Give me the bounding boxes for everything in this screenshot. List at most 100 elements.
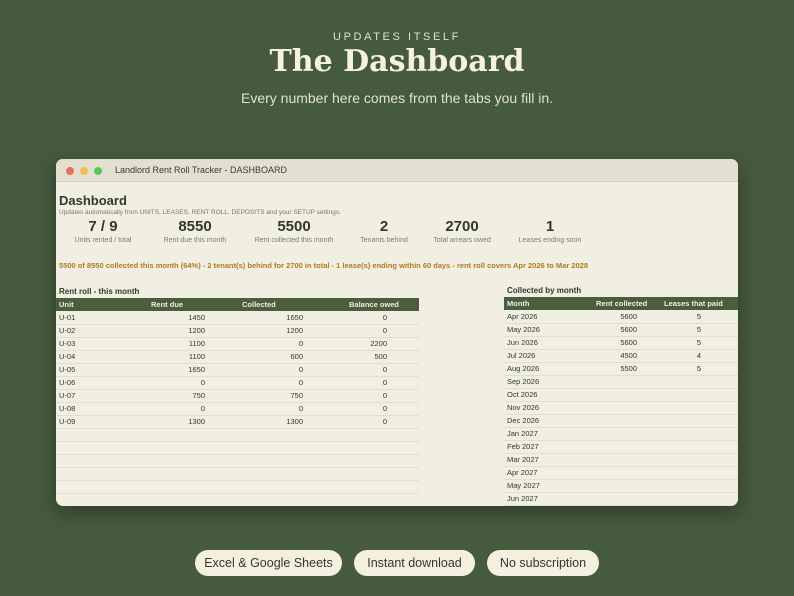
table-cell: 5 <box>696 312 702 321</box>
table-cell: 0 <box>382 391 387 400</box>
table-cell: 0 <box>298 365 303 374</box>
table-cell: 1300 <box>188 417 205 426</box>
table-row: Jun 2027 <box>504 492 738 506</box>
column-header-leases-paid: Leases that paid <box>664 299 723 308</box>
kpi-label: Units rented / total <box>74 237 132 244</box>
table-cell: 1650 <box>286 313 303 322</box>
table-row: U-04 1100 600 500 <box>56 350 419 364</box>
table-cell: U-04 <box>59 352 76 361</box>
table-row: U-05 1650 0 0 <box>56 363 419 377</box>
collected-header: Month Rent collected Leases that paid <box>504 297 738 310</box>
table-cell: 500 <box>374 352 387 361</box>
table-cell: 1300 <box>286 417 303 426</box>
kpi-label: Total arrears owed <box>433 237 491 244</box>
table-cell: 5 <box>696 338 702 347</box>
table-row: Oct 2026 <box>504 388 738 402</box>
kpi-total-arrears: 2700 Total arrears owed <box>426 217 498 245</box>
window-title: Landlord Rent Roll Tracker - DASHBOARD <box>115 165 288 175</box>
table-cell: 1650 <box>188 365 205 374</box>
table-row: U-07 750 750 0 <box>56 389 419 403</box>
column-header-month: Month <box>507 299 530 308</box>
table-cell: Mar 2027 <box>507 455 539 464</box>
kpi-rent-due: 8550 Rent due this month <box>153 217 237 245</box>
table-cell: 1200 <box>286 326 303 335</box>
table-cell: 4 <box>696 351 702 360</box>
table-cell: Apr 2027 <box>507 468 538 477</box>
table-cell: 1100 <box>188 339 205 348</box>
column-header-rent-collected: Rent collected <box>596 299 648 308</box>
table-cell: 0 <box>382 326 387 335</box>
kpi-value: 7 / 9 <box>88 218 118 235</box>
table-cell: 1100 <box>188 352 205 361</box>
table-row <box>56 493 419 506</box>
kpi-value: 1 <box>545 218 555 235</box>
table-cell: 5600 <box>620 338 637 347</box>
summary-line: 5500 of 8550 collected this month (64%) … <box>59 261 589 270</box>
table-row: Nov 2026 <box>504 401 738 415</box>
table-cell: 0 <box>382 365 387 374</box>
table-cell: 0 <box>298 404 303 413</box>
hero-subtitle: Every number here comes from the tabs yo… <box>240 90 554 106</box>
table-cell: 600 <box>290 352 303 361</box>
kpi-value: 2700 <box>445 218 479 235</box>
kpi-label: Tenants behind <box>360 237 408 244</box>
table-cell: May 2027 <box>507 481 540 490</box>
table-cell: U-06 <box>59 378 76 387</box>
table-cell: 0 <box>298 339 303 348</box>
badge-excel-google-sheets[interactable]: Excel & Google Sheets <box>195 550 342 576</box>
table-cell: Jul 2026 <box>507 351 536 360</box>
table-cell: 750 <box>192 391 205 400</box>
table-cell: 5 <box>696 325 702 334</box>
kpi-leases-ending: 1 Leases ending soon <box>512 217 588 245</box>
table-cell: U-05 <box>59 365 76 374</box>
spreadsheet-window: Landlord Rent Roll Tracker - DASHBOARD D… <box>56 159 738 506</box>
table-row: Mar 2027 <box>504 453 738 467</box>
table-row: Feb 2027 <box>504 440 738 454</box>
window-titlebar: Landlord Rent Roll Tracker - DASHBOARD <box>56 159 738 182</box>
rent-roll-title: Rent roll - this month <box>59 287 140 296</box>
dashboard-subheading: Updates automatically from UNITS, LEASES… <box>59 209 341 216</box>
minimize-window-dot-icon[interactable] <box>80 167 88 175</box>
table-cell: 0 <box>382 404 387 413</box>
table-cell: 5 <box>696 364 702 373</box>
table-row <box>56 467 419 481</box>
table-row <box>56 480 419 494</box>
badge-no-subscription[interactable]: No subscription <box>487 550 599 576</box>
table-row: U-01 1450 1650 0 <box>56 311 419 325</box>
table-row: Jun 2026 5600 5 <box>504 336 738 350</box>
kpi-rent-collected: 5500 Rent collected this month <box>247 217 341 245</box>
table-cell: Oct 2026 <box>507 390 538 399</box>
badge-instant-download[interactable]: Instant download <box>354 550 475 576</box>
table-row: Jul 2026 4500 4 <box>504 349 738 363</box>
table-row: Jan 2027 <box>504 427 738 441</box>
table-cell: 750 <box>290 391 303 400</box>
table-row: Aug 2026 5500 5 <box>504 362 738 376</box>
table-cell: 0 <box>382 313 387 322</box>
table-cell: Nov 2026 <box>507 403 540 412</box>
table-row <box>56 428 419 442</box>
kpi-value: 2 <box>379 218 389 235</box>
table-cell: 2200 <box>370 339 387 348</box>
table-row <box>56 441 419 455</box>
table-row: Sep 2026 <box>504 375 738 389</box>
table-cell: Aug 2026 <box>507 364 540 373</box>
table-row: U-03 1100 0 2200 <box>56 337 419 351</box>
table-cell: 4500 <box>620 351 637 360</box>
table-row <box>56 454 419 468</box>
table-row: U-06 0 0 0 <box>56 376 419 390</box>
table-cell: Sep 2026 <box>507 377 540 386</box>
table-cell: 0 <box>382 417 387 426</box>
table-cell: 5600 <box>620 312 637 321</box>
table-cell: Jan 2027 <box>507 429 538 438</box>
table-cell: 0 <box>200 378 205 387</box>
table-cell: Apr 2026 <box>507 312 538 321</box>
column-header-balance-owed: Balance owed <box>349 300 400 309</box>
dashboard-heading: Dashboard <box>59 193 127 208</box>
kpi-value: 8550 <box>178 218 212 235</box>
kpi-value: 5500 <box>277 218 311 235</box>
table-cell: 0 <box>382 378 387 387</box>
table-cell: Jun 2027 <box>507 494 538 503</box>
close-window-dot-icon[interactable] <box>66 167 74 175</box>
table-cell: U-09 <box>59 417 76 426</box>
maximize-window-dot-icon[interactable] <box>94 167 102 175</box>
